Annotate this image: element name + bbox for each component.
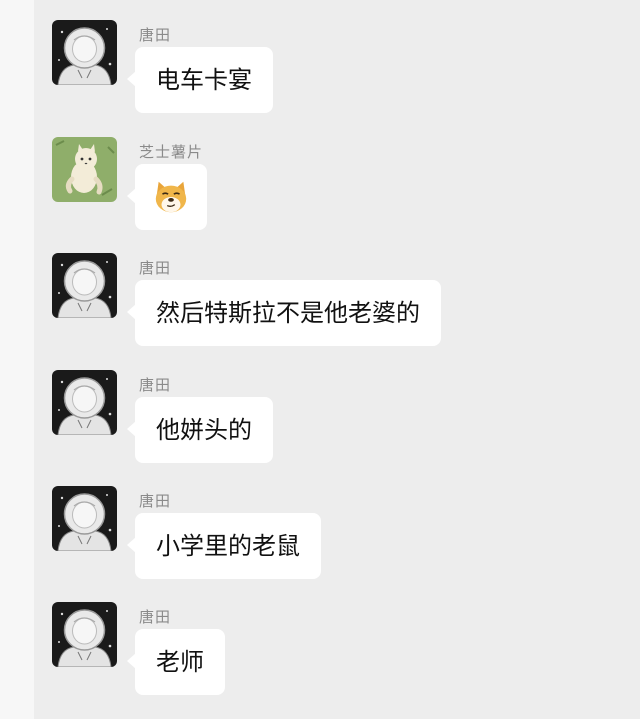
message-bubble[interactable]: 他姘头的 bbox=[127, 397, 273, 463]
avatar[interactable] bbox=[52, 137, 117, 202]
avatar[interactable] bbox=[52, 602, 117, 667]
astronaut-sketch-avatar-icon bbox=[52, 253, 117, 318]
astronaut-sketch-avatar-icon bbox=[52, 20, 117, 85]
window-left-edge bbox=[0, 0, 34, 719]
avatar[interactable] bbox=[52, 20, 117, 85]
message-bubble[interactable] bbox=[127, 164, 207, 230]
avatar[interactable] bbox=[52, 486, 117, 551]
avatar[interactable] bbox=[52, 253, 117, 318]
message-bubble[interactable]: 电车卡宴 bbox=[127, 47, 273, 113]
message-bubble[interactable]: 小学里的老鼠 bbox=[127, 513, 321, 579]
sender-name: 唐田 bbox=[139, 259, 172, 277]
astronaut-sketch-avatar-icon bbox=[52, 370, 117, 435]
sender-name: 芝士薯片 bbox=[139, 143, 204, 161]
astronaut-sketch-avatar-icon bbox=[52, 486, 117, 551]
astronaut-sketch-avatar-icon bbox=[52, 602, 117, 667]
message-bubble[interactable]: 老师 bbox=[127, 629, 225, 695]
message-bubble[interactable]: 然后特斯拉不是他老婆的 bbox=[127, 280, 441, 346]
sender-name: 唐田 bbox=[139, 376, 172, 394]
sender-name: 唐田 bbox=[139, 26, 172, 44]
avatar[interactable] bbox=[52, 370, 117, 435]
sender-name: 唐田 bbox=[139, 492, 172, 510]
doge-face-emoji-icon bbox=[155, 181, 187, 213]
sender-name: 唐田 bbox=[139, 608, 172, 626]
cat-on-green-avatar-icon bbox=[52, 137, 117, 202]
